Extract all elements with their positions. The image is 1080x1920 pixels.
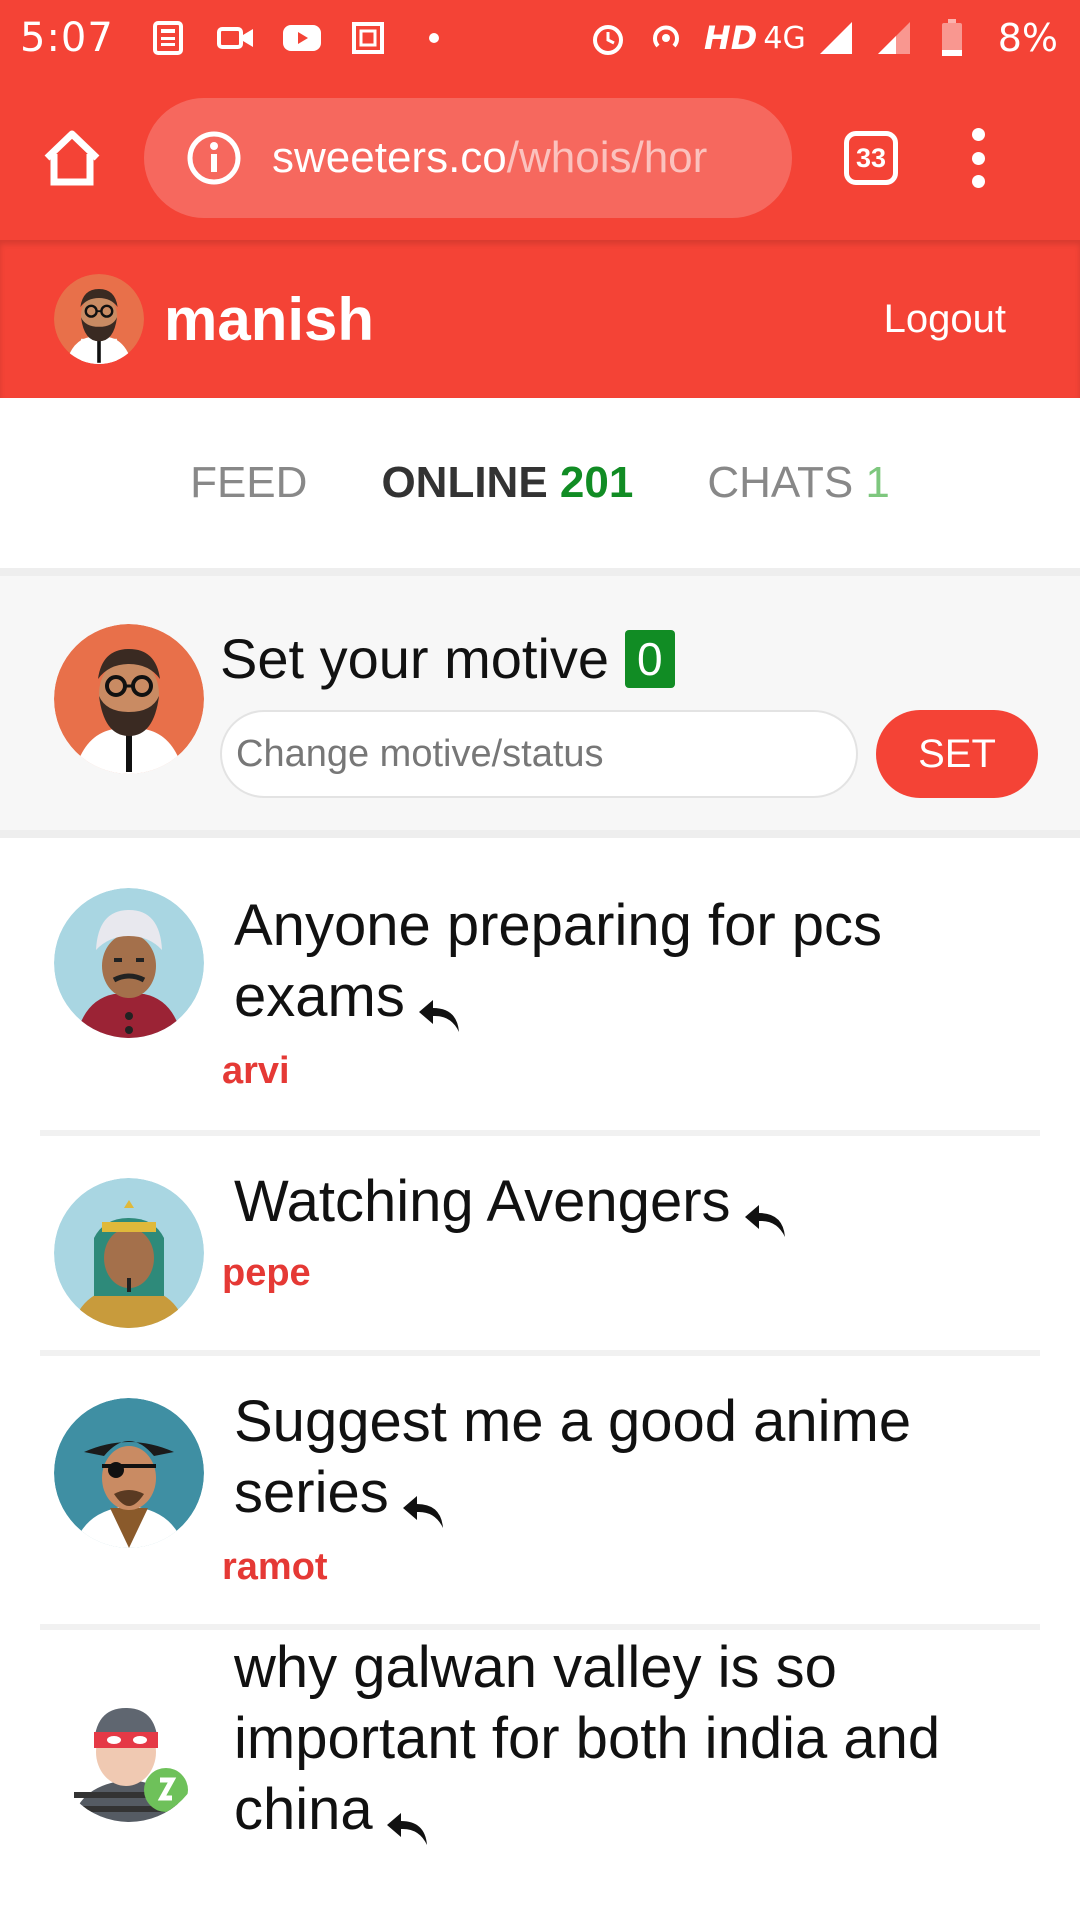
status-time: 5:07 (20, 15, 114, 61)
battery-percent: 8% (997, 16, 1058, 60)
motive-count-badge: 0 (625, 629, 675, 688)
post-text: Anyone preparing for pcs exams (234, 890, 1014, 1032)
home-icon (44, 130, 100, 186)
post-message: Suggest me a good anime series (234, 1389, 912, 1525)
set-button[interactable]: SET (876, 710, 1038, 798)
news-notification-icon (150, 18, 190, 58)
post-message: Watching Avengers (234, 1169, 731, 1234)
url-domain: sweeters.co (272, 133, 507, 182)
reply-icon[interactable] (383, 1794, 433, 1845)
network-type: 4G (763, 20, 806, 56)
video-camera-icon (216, 18, 256, 58)
alarm-icon (588, 18, 628, 58)
status-bar: 5:07 HD 4G 8% (0, 0, 1080, 76)
logout-link[interactable]: Logout (884, 297, 1006, 342)
motive-title: Set your motive (220, 627, 610, 690)
tab-online-label: ONLINE (381, 458, 548, 507)
post-text: Suggest me a good anime series (234, 1386, 1014, 1528)
post-author[interactable]: ramot (222, 1546, 328, 1589)
avatar (54, 888, 204, 1038)
post-message: why galwan valley is so important for bo… (234, 1635, 941, 1842)
url-path: /whois/hor (506, 133, 708, 182)
tab-online[interactable]: ONLINE 201 (381, 458, 633, 508)
reply-icon[interactable] (741, 1186, 791, 1237)
overflow-menu-icon[interactable] (968, 128, 988, 188)
tab-feed-label: FEED (190, 458, 308, 507)
chats-count: 1 (865, 458, 890, 507)
address-bar[interactable]: sweeters.co/whois/hor (144, 98, 792, 218)
post-text: Watching Avengers (234, 1166, 1014, 1237)
screenshot-icon (348, 18, 388, 58)
info-icon[interactable] (184, 128, 244, 188)
post-text: why galwan valley is so important for bo… (234, 1632, 1014, 1845)
avatar (54, 1672, 204, 1822)
avatar[interactable] (54, 274, 144, 364)
motive-heading: Set your motive 0 (220, 626, 675, 691)
post-author[interactable]: pepe (222, 1252, 311, 1295)
tab-chats-label: CHATS (707, 458, 854, 507)
divider (40, 1350, 1040, 1356)
tab-switcher-button[interactable]: 33 (844, 131, 898, 185)
more-notifications-dot-icon (414, 18, 454, 58)
post-author[interactable]: arvi (222, 1050, 290, 1093)
divider (0, 568, 1080, 576)
tab-feed[interactable]: FEED (190, 458, 307, 508)
youtube-icon (282, 18, 322, 58)
username[interactable]: manish (164, 285, 374, 354)
signal-icon (816, 18, 856, 58)
app-header: manish Logout (0, 240, 1080, 398)
home-button[interactable] (22, 108, 122, 208)
post-message: Anyone preparing for pcs exams (234, 893, 883, 1029)
reply-icon[interactable] (399, 1477, 449, 1528)
battery-low-icon (932, 18, 972, 58)
reply-icon[interactable] (415, 981, 465, 1032)
browser-toolbar: sweeters.co/whois/hor 33 (0, 76, 1080, 240)
avatar (54, 1398, 204, 1548)
motive-section: Set your motive 0 SET (0, 576, 1080, 830)
hotspot-icon (646, 18, 686, 58)
hd-indicator: HD (704, 19, 758, 57)
divider (40, 1624, 1040, 1630)
signal-weak-icon (874, 18, 914, 58)
tab-bar: FEED ONLINE 201 CHATS 1 (0, 398, 1080, 568)
motive-input[interactable] (220, 710, 858, 798)
divider (0, 830, 1080, 838)
url-text[interactable]: sweeters.co/whois/hor (272, 133, 707, 183)
online-count: 201 (559, 458, 634, 507)
avatar (54, 624, 204, 774)
tab-chats[interactable]: CHATS 1 (707, 458, 890, 508)
avatar (54, 1178, 204, 1328)
divider (40, 1130, 1040, 1136)
